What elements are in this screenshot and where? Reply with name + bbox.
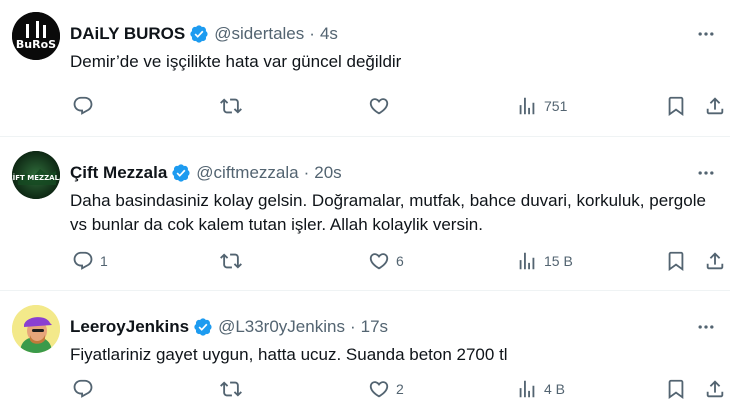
display-name[interactable]: DAiLY BUROS xyxy=(70,24,185,44)
bookmark-icon xyxy=(665,95,687,117)
timestamp[interactable]: 17s xyxy=(361,317,388,337)
like-button[interactable]: 2 xyxy=(368,376,404,402)
like-button[interactable] xyxy=(368,93,396,119)
verified-badge-icon xyxy=(189,24,209,44)
view-count: 15 B xyxy=(544,253,573,269)
reply-button[interactable] xyxy=(72,376,100,402)
like-count: 6 xyxy=(396,253,404,269)
tweet-actions: 751 xyxy=(70,93,724,119)
bookmark-icon xyxy=(665,250,687,272)
retweet-icon xyxy=(220,95,242,117)
avatar[interactable] xyxy=(12,305,60,353)
separator-dot: · xyxy=(349,317,356,336)
share-icon xyxy=(704,95,726,117)
view-count: 4 B xyxy=(544,381,566,397)
timestamp[interactable]: 4s xyxy=(320,24,338,44)
more-icon[interactable] xyxy=(694,317,718,337)
reply-icon xyxy=(72,378,94,400)
share-button[interactable] xyxy=(704,376,726,402)
like-count: 2 xyxy=(396,381,404,397)
handle[interactable]: @ciftmezzala xyxy=(196,163,298,183)
reply-button[interactable]: 1 xyxy=(72,248,108,274)
views-button[interactable]: 4 B xyxy=(516,376,565,402)
views-icon xyxy=(516,250,538,272)
bookmark-icon xyxy=(665,378,687,400)
more-icon[interactable] xyxy=(694,24,718,44)
bookmark-button[interactable] xyxy=(665,93,687,119)
views-button[interactable]: 15 B xyxy=(516,248,573,274)
avatar-logo-text: BuRoS xyxy=(16,38,56,51)
tweet[interactable]: BuRoS DAiLY BUROS @sidertales · 4s Demir… xyxy=(0,0,730,136)
bookmark-button[interactable] xyxy=(665,376,687,402)
retweet-button[interactable] xyxy=(220,248,248,274)
tweet-actions: 2 4 B xyxy=(70,376,724,402)
tweet-header: DAiLY BUROS @sidertales · 4s xyxy=(70,24,338,44)
like-button[interactable]: 6 xyxy=(368,248,404,274)
tweet[interactable]: ÇİFT MEZZALA Çift Mezzala @ciftmezzala ·… xyxy=(0,137,730,290)
more-icon[interactable] xyxy=(694,163,718,183)
reply-icon xyxy=(72,250,94,272)
like-icon xyxy=(368,250,390,272)
separator-dot: · xyxy=(303,163,310,182)
avatar[interactable]: BuRoS xyxy=(12,12,60,60)
share-icon xyxy=(704,250,726,272)
tweet[interactable]: LeeroyJenkins @L33r0yJenkins · 17s Fiyat… xyxy=(0,291,730,420)
handle[interactable]: @L33r0yJenkins xyxy=(218,317,345,337)
avatar[interactable]: ÇİFT MEZZALA xyxy=(12,151,60,199)
share-button[interactable] xyxy=(704,93,726,119)
avatar-logo-text: ÇİFT MEZZALA xyxy=(12,173,60,182)
tweet-text: Fiyatlariniz gayet uygun, hatta ucuz. Su… xyxy=(70,345,508,364)
reply-button[interactable] xyxy=(72,93,100,119)
verified-badge-icon xyxy=(193,317,213,337)
verified-badge-icon xyxy=(171,163,191,183)
display-name[interactable]: Çift Mezzala xyxy=(70,163,167,183)
retweet-button[interactable] xyxy=(220,376,248,402)
tweet-text: Daha basindasiniz kolay gelsin. Doğramal… xyxy=(70,191,706,234)
retweet-icon xyxy=(220,250,242,272)
tweet-header: Çift Mezzala @ciftmezzala · 20s xyxy=(70,163,342,183)
views-button[interactable]: 751 xyxy=(516,93,567,119)
share-icon xyxy=(704,378,726,400)
views-icon xyxy=(516,378,538,400)
retweet-button[interactable] xyxy=(220,93,248,119)
display-name[interactable]: LeeroyJenkins xyxy=(70,317,189,337)
reply-icon xyxy=(72,95,94,117)
view-count: 751 xyxy=(544,98,568,114)
retweet-icon xyxy=(220,378,242,400)
views-icon xyxy=(516,95,538,117)
tweet-text: Demir’de ve işçilikte hata var güncel de… xyxy=(70,52,402,71)
bookmark-button[interactable] xyxy=(665,248,687,274)
reply-count: 1 xyxy=(100,253,108,269)
like-icon xyxy=(368,378,390,400)
tweet-header: LeeroyJenkins @L33r0yJenkins · 17s xyxy=(70,317,388,337)
handle[interactable]: @sidertales xyxy=(214,24,304,44)
tweet-actions: 1 6 15 B xyxy=(70,248,724,274)
like-icon xyxy=(368,95,390,117)
share-button[interactable] xyxy=(704,248,726,274)
timestamp[interactable]: 20s xyxy=(314,163,341,183)
separator-dot: · xyxy=(309,24,315,43)
